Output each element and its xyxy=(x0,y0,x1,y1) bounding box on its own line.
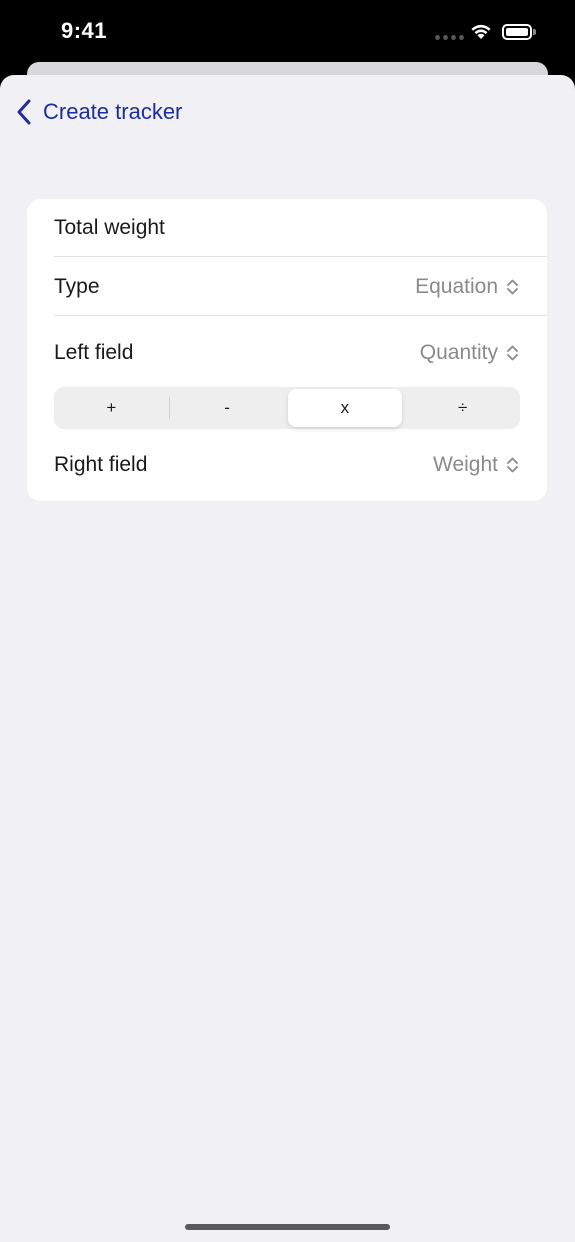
type-picker[interactable]: Equation xyxy=(415,275,519,299)
status-time: 9:41 xyxy=(61,18,108,43)
cellular-signal-icon xyxy=(435,35,464,40)
back-button-label: Create tracker xyxy=(43,99,183,124)
type-picker-value: Equation xyxy=(415,274,498,298)
name-field-value[interactable]: Total weight xyxy=(54,216,165,240)
wifi-icon xyxy=(471,24,491,39)
right-field-picker-value: Weight xyxy=(433,453,498,476)
chevron-left-icon xyxy=(17,99,31,125)
right-field-label: Right field xyxy=(54,453,148,476)
left-field-picker-value: Quantity xyxy=(419,341,498,364)
left-field-picker[interactable]: Quantity xyxy=(420,341,519,365)
operator-add[interactable]: + xyxy=(54,387,169,429)
chevron-up-down-icon xyxy=(507,457,518,473)
operator-divide[interactable]: ÷ xyxy=(405,387,520,429)
operator-subtract[interactable]: - xyxy=(170,387,285,429)
type-label: Type xyxy=(54,274,100,298)
operator-multiply[interactable]: x xyxy=(287,389,403,427)
type-row: Type Equation xyxy=(54,257,547,316)
modal-sheet: Create tracker Total weight Type Equatio… xyxy=(0,75,575,1242)
operator-segmented-control: + - x ÷ xyxy=(54,387,520,429)
back-button[interactable]: Create tracker xyxy=(16,99,182,125)
battery-icon xyxy=(502,24,532,40)
right-field-picker[interactable]: Weight xyxy=(433,453,519,477)
home-indicator[interactable] xyxy=(185,1224,390,1230)
left-field-label: Left field xyxy=(54,341,134,364)
status-bar: 9:41 xyxy=(0,0,575,62)
form-card: Total weight Type Equation Left field Qu… xyxy=(27,199,547,501)
battery-cap xyxy=(533,29,536,35)
right-field-row: Right field Weight xyxy=(54,439,547,491)
chevron-up-down-icon xyxy=(507,279,518,294)
chevron-up-down-icon xyxy=(507,345,518,361)
name-field[interactable]: Total weight xyxy=(54,199,547,257)
divider xyxy=(54,315,547,316)
left-field-row: Left field Quantity xyxy=(54,324,547,382)
segment-separator xyxy=(285,397,286,419)
